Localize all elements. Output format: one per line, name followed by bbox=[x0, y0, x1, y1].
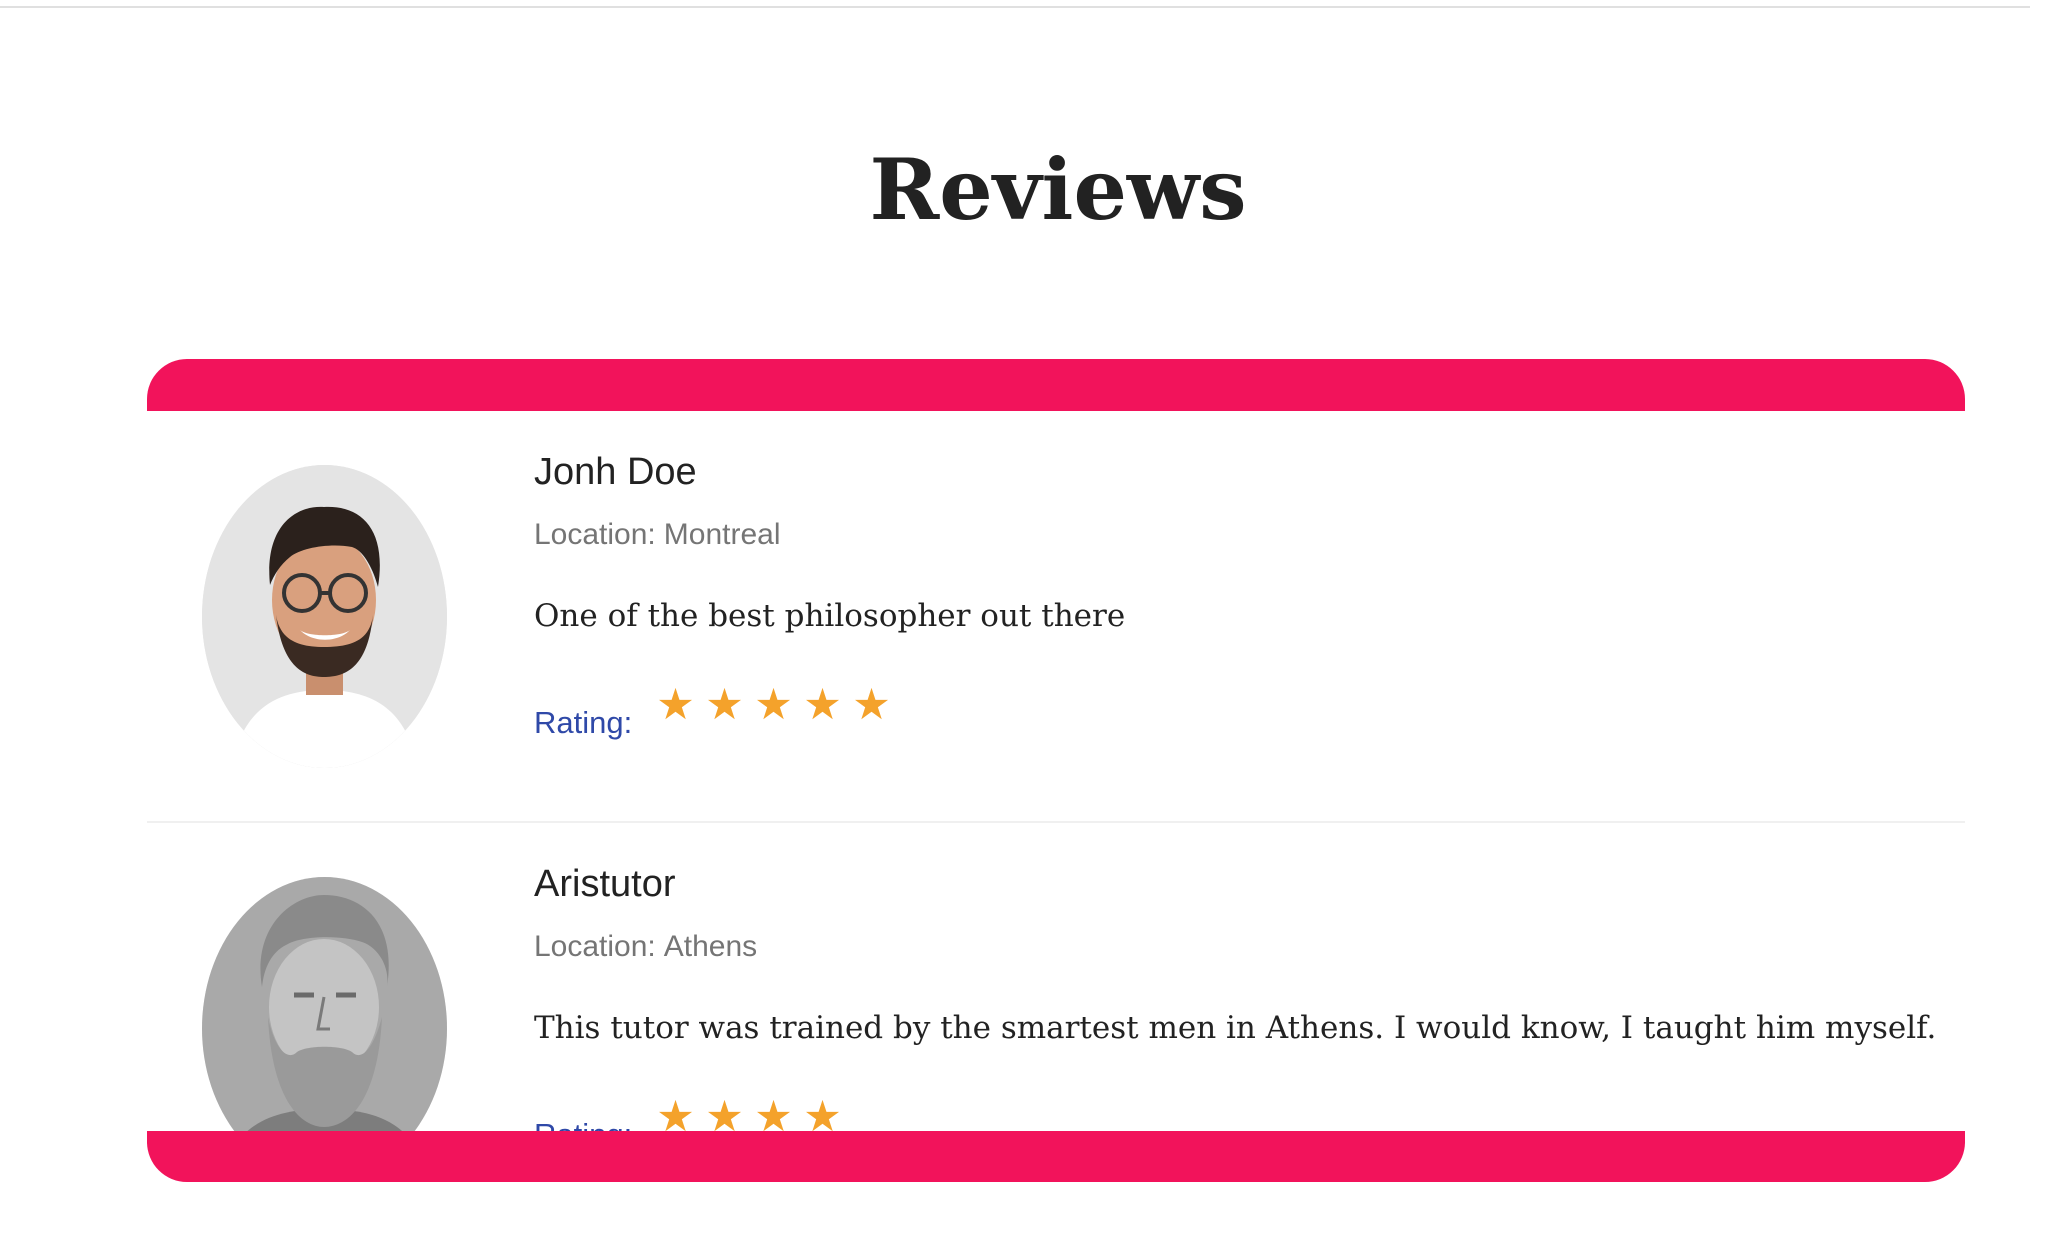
location-value: Montreal bbox=[663, 518, 781, 551]
reviewer-location: Location: Montreal bbox=[534, 518, 780, 552]
location-value: Athens bbox=[663, 930, 758, 963]
carousel-bottom-bar bbox=[147, 1131, 1965, 1182]
location-label: Location: bbox=[534, 518, 656, 551]
reviews-carousel: Jonh Doe Location: Montreal One of the be… bbox=[147, 359, 1965, 1182]
review-list[interactable]: Jonh Doe Location: Montreal One of the be… bbox=[147, 411, 1965, 1131]
star-icon: ★ bbox=[803, 1092, 842, 1131]
star-icon: ★ bbox=[705, 1092, 744, 1131]
review-card: Jonh Doe Location: Montreal One of the be… bbox=[147, 411, 1965, 823]
reviewer-name: Jonh Doe bbox=[534, 451, 697, 493]
reviewer-location: Location: Athens bbox=[534, 930, 757, 964]
person-photo-icon bbox=[202, 465, 447, 768]
carousel-top-bar bbox=[147, 359, 1965, 411]
rating-label: Rating: bbox=[534, 1117, 632, 1131]
page-title: Reviews bbox=[869, 140, 1247, 239]
rating-stars: ★ ★ ★ ★ ★ bbox=[654, 675, 893, 735]
star-icon: ★ bbox=[656, 1092, 695, 1131]
star-icon: ★ bbox=[705, 680, 744, 730]
rating-label: Rating: bbox=[534, 705, 633, 740]
reviewer-name: Aristutor bbox=[534, 863, 676, 905]
star-icon: ★ bbox=[803, 680, 842, 730]
reviewer-avatar bbox=[202, 877, 447, 1131]
star-icon: ★ bbox=[754, 1092, 793, 1131]
star-icon: ★ bbox=[754, 680, 793, 730]
star-icon: ★ bbox=[656, 680, 695, 730]
star-icon: ★ bbox=[852, 680, 891, 730]
top-divider bbox=[0, 6, 2030, 8]
rating-stars: ★ ★ ★ ★ bbox=[654, 1087, 844, 1131]
review-comment: One of the best philosopher out there bbox=[534, 598, 1126, 634]
review-comment: This tutor was trained by the smartest m… bbox=[534, 1010, 1937, 1046]
reviewer-avatar bbox=[202, 465, 447, 768]
statue-photo-icon bbox=[202, 877, 447, 1131]
location-label: Location: bbox=[534, 930, 656, 963]
review-card: Aristutor Location: Athens This tutor was… bbox=[147, 823, 1965, 1131]
